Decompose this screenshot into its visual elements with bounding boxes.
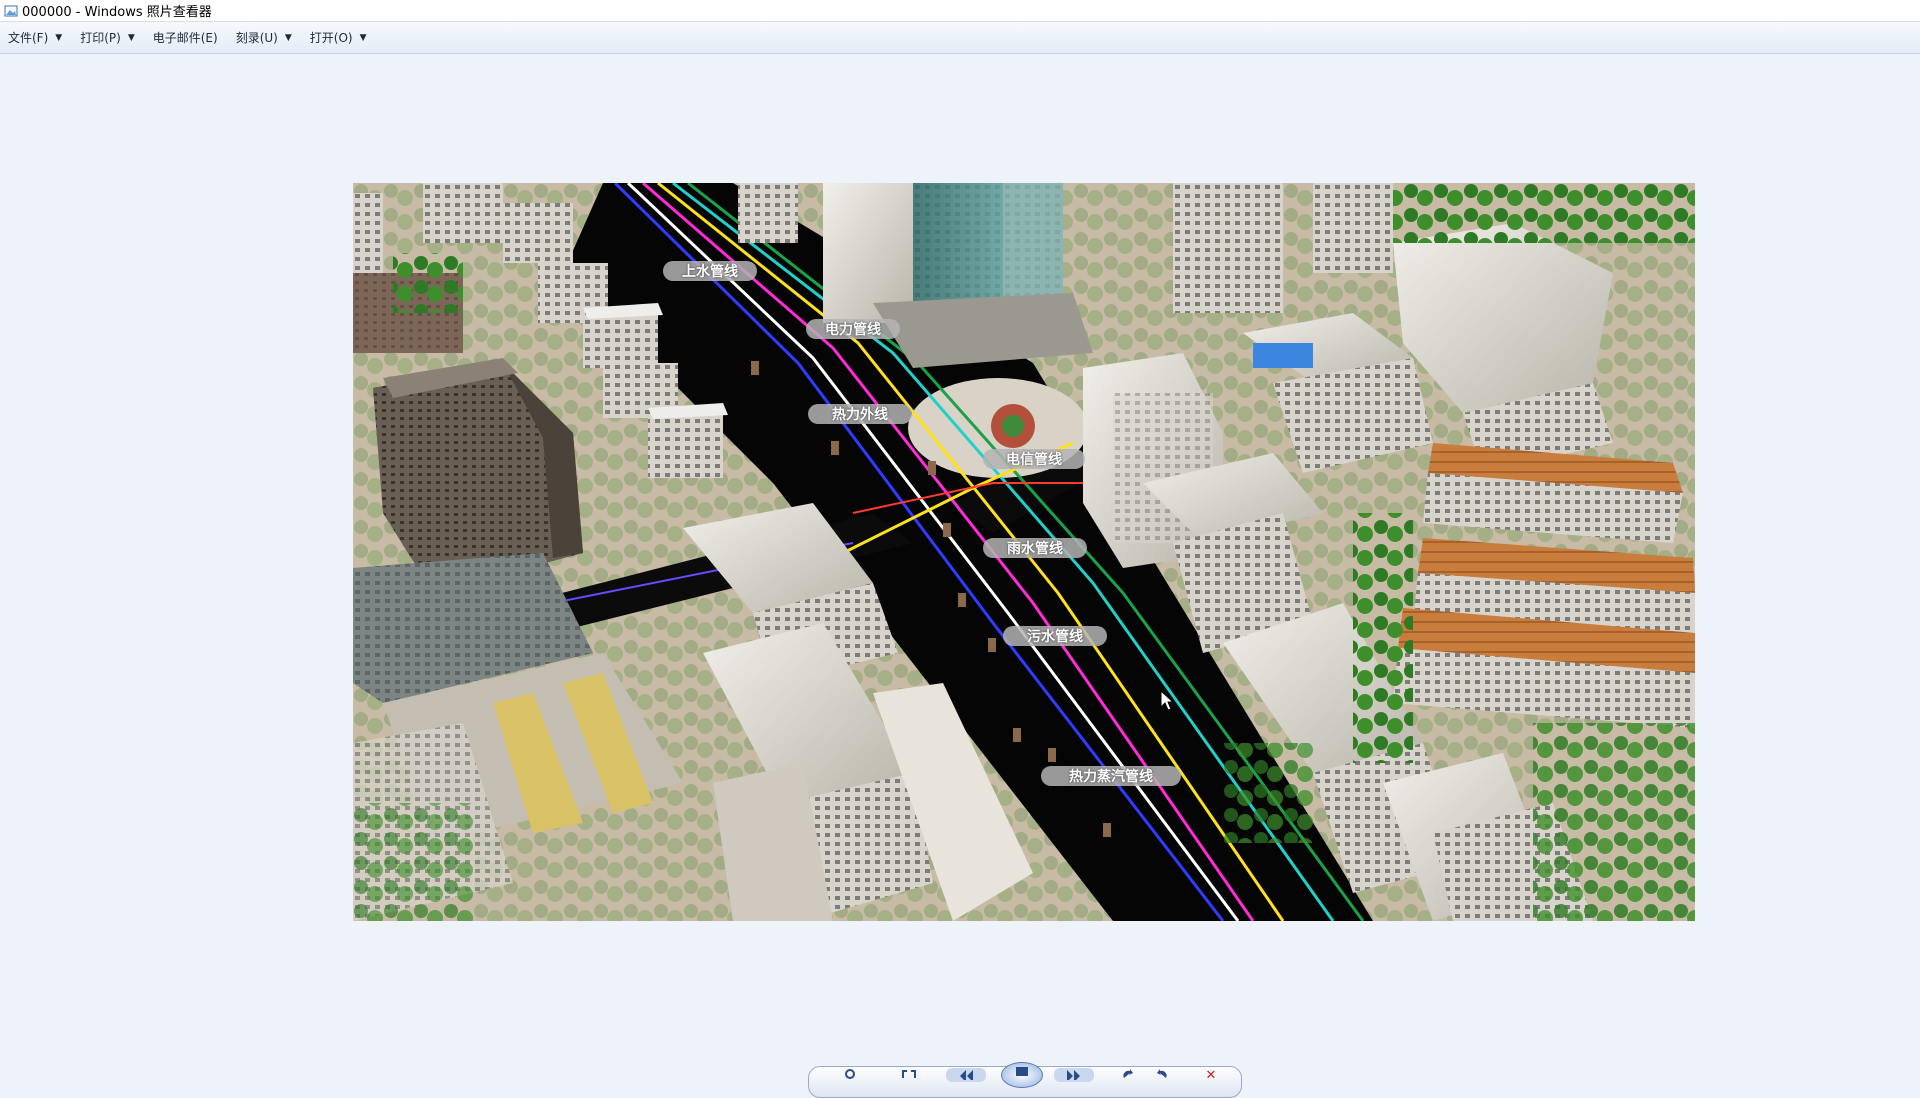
menu-email[interactable]: 电子邮件(E): [145, 22, 228, 53]
photo-viewer-app-icon: [4, 5, 18, 16]
menu-burn-label: 刻录(U): [235, 31, 278, 45]
chevron-down-icon: ▼: [359, 32, 367, 43]
chevron-down-icon: ▼: [284, 32, 292, 43]
menu-file-label: 文件(F): [8, 31, 49, 45]
menu-print-label: 打印(P): [80, 31, 121, 45]
displayed-photo[interactable]: 上水管线 电力管线 热力外线 电信管线 雨水管线 污水管线 热力蒸汽管线: [353, 183, 1695, 921]
pipeline-label: 雨水管线: [983, 538, 1087, 558]
menu-open[interactable]: 打开(O) ▼: [302, 22, 377, 53]
menu-bar: 文件(F) ▼ 打印(P) ▼ 电子邮件(E) 刻录(U) ▼ 打开(O) ▼: [0, 22, 1920, 54]
chevron-down-icon: ▼: [55, 32, 63, 43]
title-bar: 000000 - Windows 照片查看器: [0, 0, 1920, 22]
pipeline-label: 电力管线: [806, 319, 900, 339]
pipeline-label: 污水管线: [1003, 626, 1107, 646]
menu-file[interactable]: 文件(F) ▼: [0, 22, 72, 53]
menu-open-label: 打开(O): [309, 31, 353, 45]
menu-print[interactable]: 打印(P) ▼: [72, 22, 145, 53]
window-title: 000000 - Windows 照片查看器: [22, 5, 212, 20]
mouse-cursor-icon: [1160, 690, 1175, 711]
chevron-down-icon: ▼: [127, 32, 135, 43]
pipeline-label: 热力外线: [808, 404, 912, 424]
pipeline-label: 电信管线: [983, 449, 1085, 469]
pipeline-label: 上水管线: [663, 261, 757, 281]
menu-email-label: 电子邮件(E): [152, 31, 218, 45]
slideshow-icon[interactable]: [1001, 1062, 1043, 1088]
pipeline-label: 热力蒸汽管线: [1041, 766, 1181, 786]
menu-burn[interactable]: 刻录(U) ▼: [228, 22, 302, 53]
